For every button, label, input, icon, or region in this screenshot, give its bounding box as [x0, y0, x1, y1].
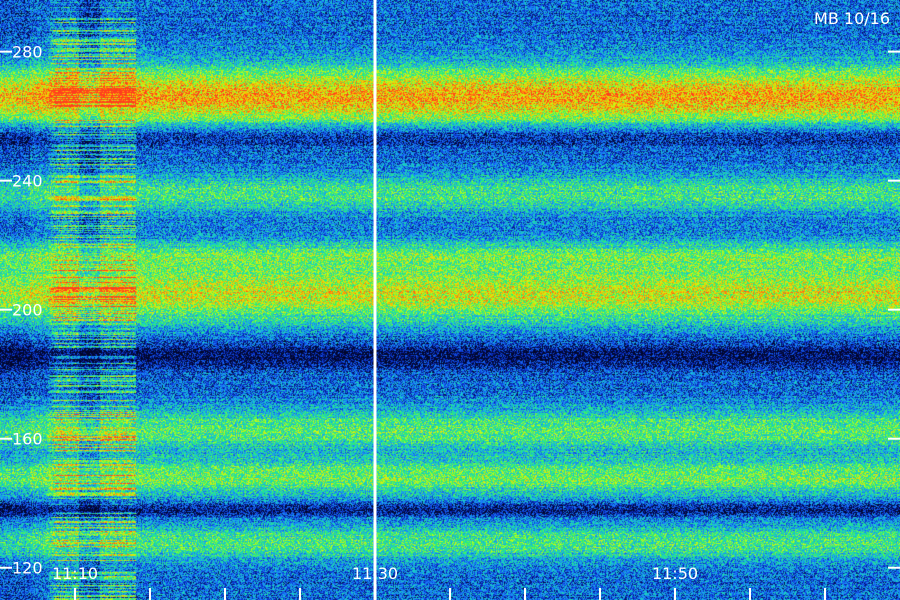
y-tick-label: 280 [12, 43, 43, 62]
y-tick-label: 120 [12, 559, 43, 578]
x-tick-label: 11:10 [52, 564, 98, 583]
spectrogram-chart: 120 160 200 240 280 11:10 11:30 11:50 MB 10/16 [0, 0, 900, 600]
chart-title: MB 10/16 [814, 9, 890, 28]
y-tick-label: 240 [12, 172, 43, 191]
y-tick-label: 160 [12, 430, 43, 449]
x-tick-label: 11:30 [352, 564, 398, 583]
chart-overlay: 120 160 200 240 280 11:10 11:30 11:50 MB 10/16 [0, 0, 900, 600]
y-tick-label: 200 [12, 301, 43, 320]
x-tick-label: 11:50 [652, 564, 698, 583]
